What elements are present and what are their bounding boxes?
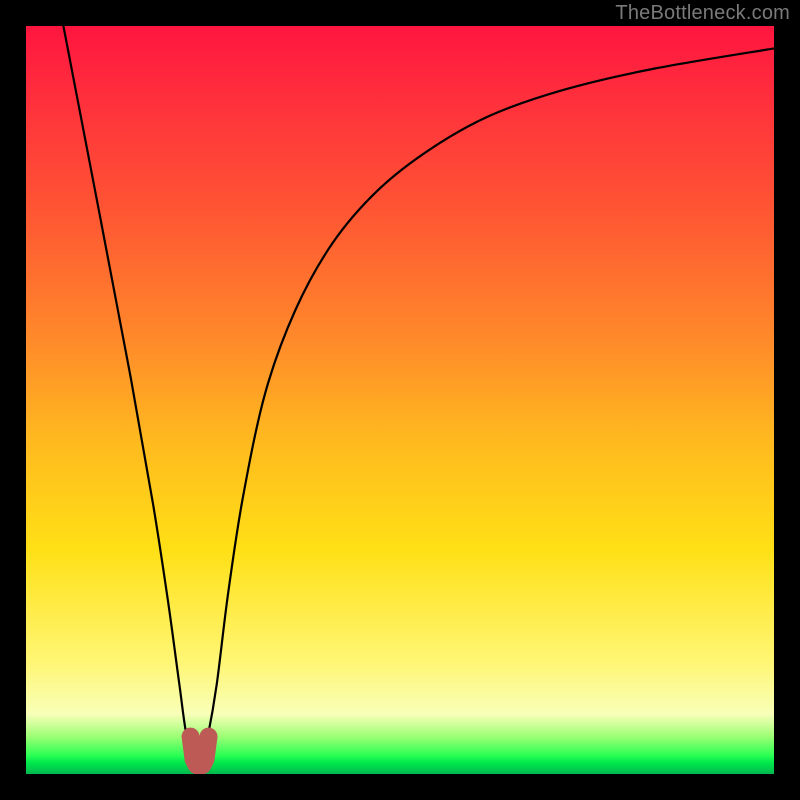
chart-frame: TheBottleneck.com [0,0,800,800]
watermark-text: TheBottleneck.com [615,2,790,25]
chart-svg [26,26,774,774]
bottleneck-curve-line [63,26,774,762]
minimum-marker-shape [191,737,209,767]
chart-plot-area [26,26,774,774]
